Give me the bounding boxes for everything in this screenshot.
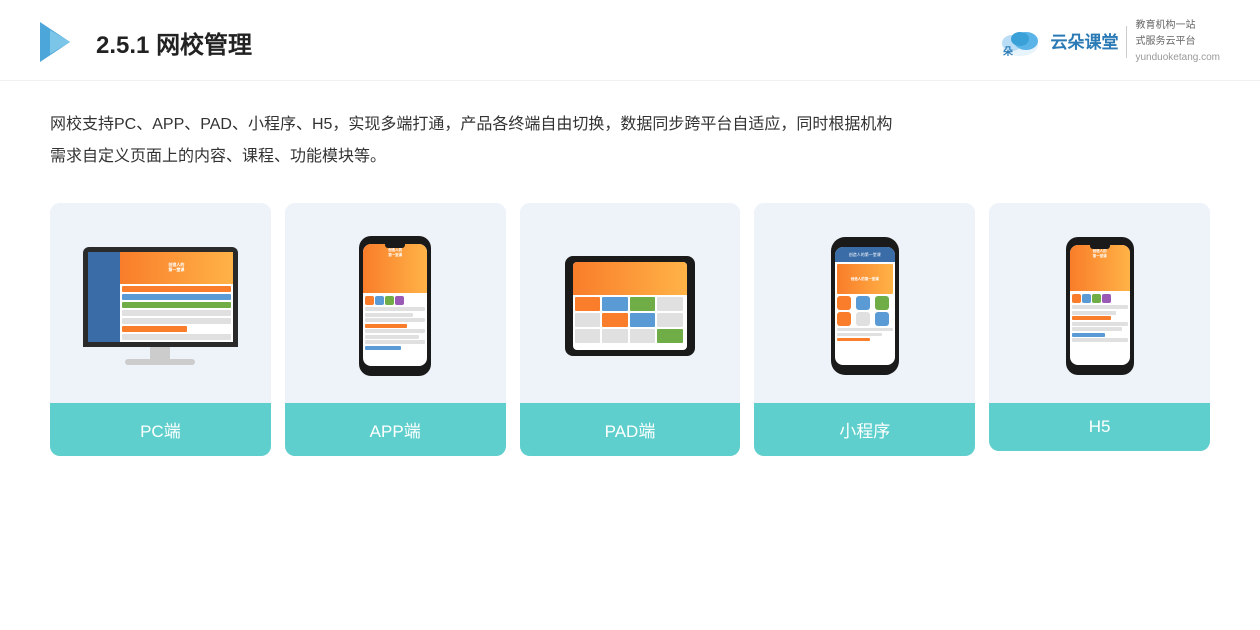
cloud-logo-icon: 朵 — [998, 25, 1042, 59]
header: 2.5.1 网校管理 朵 云朵课堂 教育机构一站 式服务云平台 yunduoke… — [0, 0, 1260, 81]
card-app-image: 创造人的第一堂课 — [285, 203, 506, 403]
card-h5: 创造人的第一堂课 — [989, 203, 1210, 451]
description-text: 网校支持PC、APP、PAD、小程序、H5，实现多端打通，产品各终端自由切换，数… — [50, 109, 1210, 173]
card-app-label: APP端 — [285, 403, 506, 456]
card-pc-image: 创造人的第一堂课 — [50, 203, 271, 403]
device-cards-row: 创造人的第一堂课 — [50, 203, 1210, 456]
h5-phone-mockup: 创造人的第一堂课 — [1066, 237, 1134, 375]
pad-tablet-mockup — [565, 256, 695, 356]
header-left: 2.5.1 网校管理 — [40, 22, 252, 62]
app-phone-mockup: 创造人的第一堂课 — [359, 236, 431, 376]
card-miniapp: 创造人的第一堂课 创造人的第一堂课 — [754, 203, 975, 456]
brand-logo: 朵 云朵课堂 教育机构一站 式服务云平台 yunduoketang.com — [998, 18, 1220, 66]
pc-monitor-mockup: 创造人的第一堂课 — [83, 247, 238, 365]
brand-divider — [1126, 26, 1127, 58]
card-pc: 创造人的第一堂课 — [50, 203, 271, 456]
page-container: 2.5.1 网校管理 朵 云朵课堂 教育机构一站 式服务云平台 yunduoke… — [0, 0, 1260, 630]
main-content: 网校支持PC、APP、PAD、小程序、H5，实现多端打通，产品各终端自由切换，数… — [0, 81, 1260, 480]
brand-name: 云朵课堂 — [1050, 34, 1118, 51]
miniapp-phone-mockup: 创造人的第一堂课 创造人的第一堂课 — [831, 237, 899, 375]
card-h5-label: H5 — [989, 403, 1210, 451]
card-pad: PAD端 — [520, 203, 741, 456]
card-miniapp-image: 创造人的第一堂课 创造人的第一堂课 — [754, 203, 975, 403]
card-miniapp-label: 小程序 — [754, 403, 975, 456]
logo-arrow-icon — [40, 22, 80, 62]
card-pad-label: PAD端 — [520, 403, 741, 456]
brand-tagline: 教育机构一站 式服务云平台 yunduoketang.com — [1135, 18, 1220, 66]
card-app: 创造人的第一堂课 — [285, 203, 506, 456]
page-title: 2.5.1 网校管理 — [96, 25, 252, 60]
card-pad-image — [520, 203, 741, 403]
card-h5-image: 创造人的第一堂课 — [989, 203, 1210, 403]
card-pc-label: PC端 — [50, 403, 271, 456]
svg-text:朵: 朵 — [1003, 46, 1013, 58]
